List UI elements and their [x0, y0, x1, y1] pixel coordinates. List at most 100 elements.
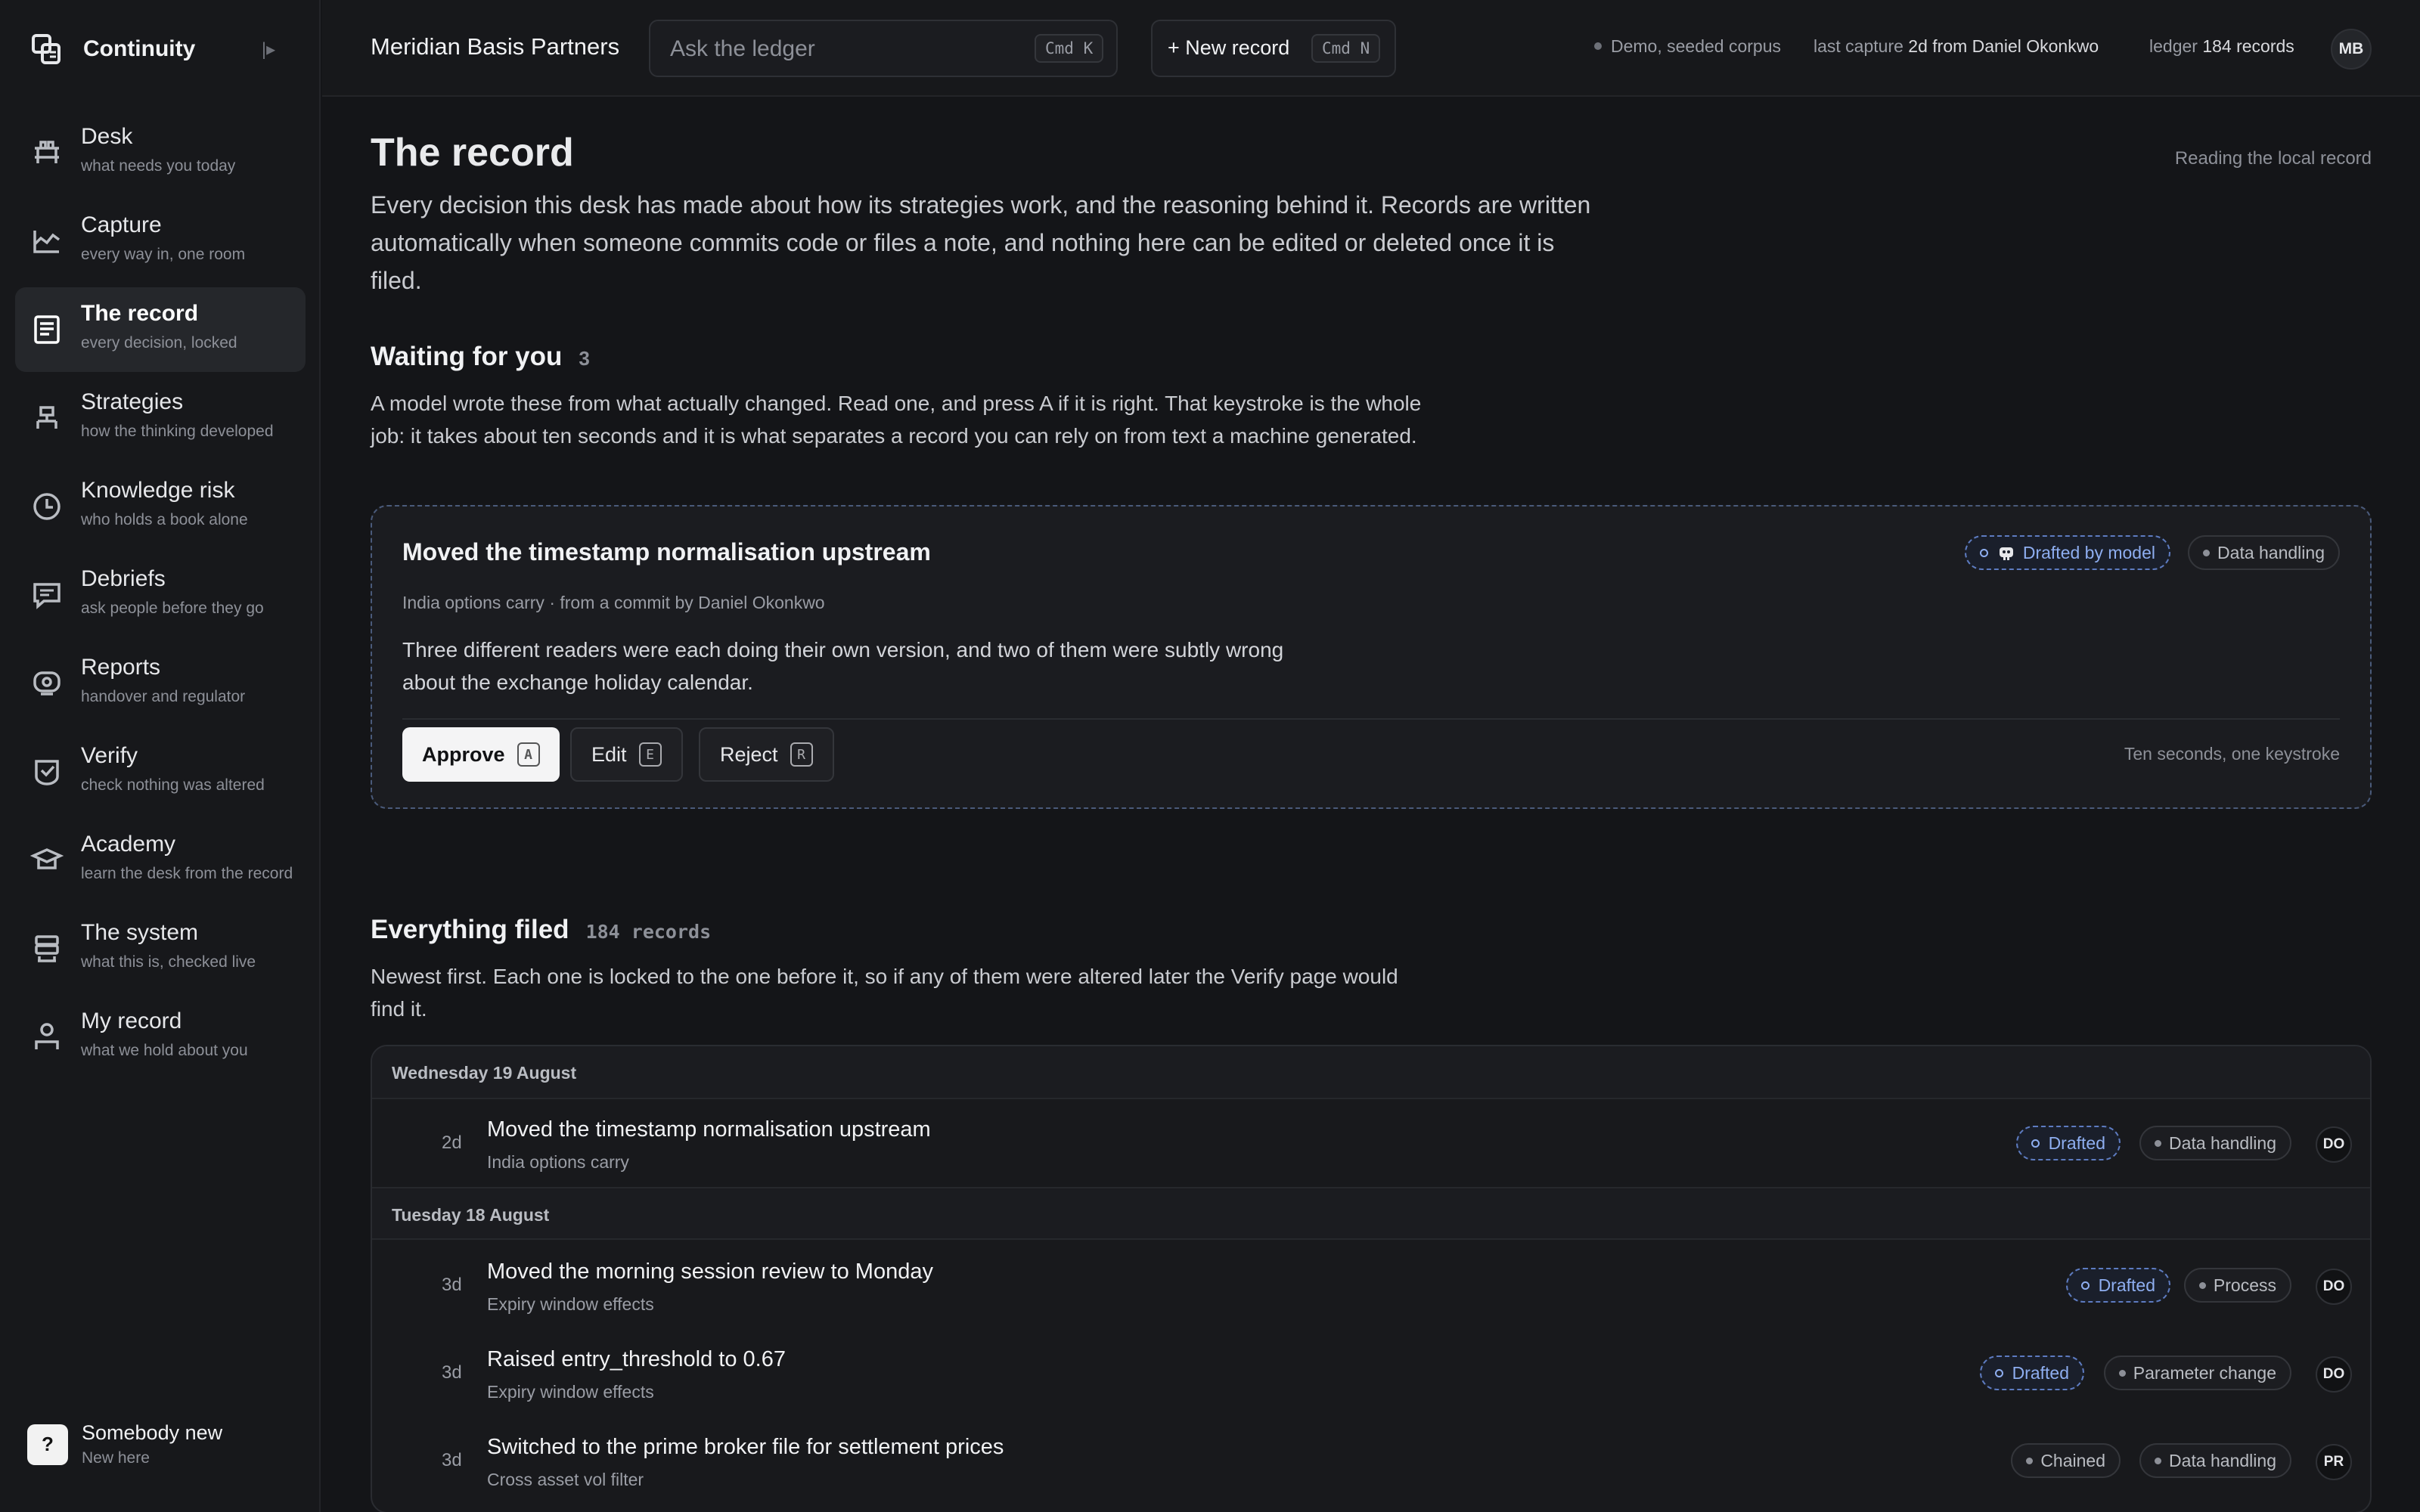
sidebar-item-label: Knowledge risk: [81, 478, 235, 503]
status-label: Drafted: [2098, 1275, 2155, 1295]
brand[interactable]: Continuity: [30, 30, 195, 68]
sidebar-item-label: The record: [81, 301, 199, 326]
sidebar-item-sub: check nothing was altered: [81, 776, 265, 794]
approve-button[interactable]: Approve A: [402, 727, 560, 782]
reject-key: R: [790, 742, 813, 767]
approve-label: Approve: [422, 742, 505, 766]
table-row[interactable]: 3d Switched to the prime broker file for…: [372, 1417, 2370, 1504]
day-label: Tuesday 18 August: [392, 1205, 550, 1225]
user-menu-avatar[interactable]: MB: [2331, 29, 2372, 70]
waiting-heading: Waiting for you 3: [371, 342, 590, 372]
badge-dot-icon: [2118, 1369, 2126, 1377]
edit-label: Edit: [591, 742, 627, 766]
author-avatar: DO: [2316, 1269, 2352, 1305]
row-strategy: India options carry: [487, 1152, 629, 1172]
edit-button[interactable]: Edit E: [570, 727, 683, 782]
sidebar-item-reports[interactable]: Reports handover and regulator: [15, 641, 306, 726]
category-label: Data handling: [2169, 1450, 2276, 1470]
reject-button[interactable]: Reject R: [699, 727, 834, 782]
topbar: Meridian Basis Partners Ask the ledger C…: [322, 0, 2420, 97]
desk-icon: [35, 141, 59, 163]
reports-icon: [33, 671, 60, 696]
sidebar-item-debriefs[interactable]: Debriefs ask people before they go: [15, 553, 306, 637]
day-group-header: Wednesday 19 August: [372, 1046, 2370, 1099]
new-record-shortcut: Cmd N: [1311, 34, 1381, 63]
day-group-header: Tuesday 18 August: [372, 1187, 2370, 1240]
filed-title: Everything filed: [371, 915, 569, 944]
sidebar-item-sub: what this is, checked live: [81, 953, 256, 971]
firm-name: Meridian Basis Partners: [371, 33, 620, 60]
status-label: Chained: [2040, 1450, 2105, 1470]
row-strategy: Expiry window effects: [487, 1294, 654, 1314]
waiting-desc: A model wrote these from what actually c…: [371, 392, 1422, 448]
verify-icon: [35, 760, 59, 785]
waiting-count: 3: [579, 347, 590, 370]
pending-meta: India options carry · from a commit by D…: [402, 593, 825, 612]
status-label: Drafted: [2012, 1362, 2069, 1383]
user-name: Somebody new: [82, 1421, 223, 1444]
reject-label: Reject: [720, 742, 778, 766]
continuity-logo-icon: [32, 34, 60, 64]
ledger-count: ledger 184 records: [2149, 36, 2294, 57]
system-icon: [35, 935, 59, 962]
sidebar-item-label: Capture: [81, 212, 162, 237]
last-capture-label: last capture: [1813, 36, 1903, 56]
sidebar-item-desk[interactable]: Desk what needs you today: [15, 110, 306, 195]
app-name: Continuity: [83, 36, 196, 61]
category-badge: Data handling: [2139, 1443, 2291, 1478]
robot-icon: [1999, 547, 2013, 560]
current-user[interactable]: ? Somebody new New here: [27, 1421, 222, 1467]
table-row[interactable]: 3d Raised entry_threshold to 0.67 Expiry…: [372, 1329, 2370, 1417]
ask-ledger-search[interactable]: Ask the ledger Cmd K: [649, 20, 1118, 77]
author-avatar: DO: [2316, 1356, 2352, 1393]
status-dot-icon: [1594, 42, 1602, 50]
table-row[interactable]: 3d Moved the morning session review to M…: [372, 1241, 2370, 1329]
row-title: Raised entry_threshold to 0.67: [487, 1347, 786, 1371]
drafted-badge: Drafted: [2015, 1126, 2121, 1160]
new-record-button[interactable]: + New record Cmd N: [1151, 20, 1396, 77]
badge-dot-icon: [2155, 1139, 2162, 1147]
sidebar-item-label: Debriefs: [81, 566, 166, 591]
sidebar-item-strategies[interactable]: Strategies how the thinking developed: [15, 376, 306, 460]
badge-dot-icon: [2026, 1457, 2034, 1464]
sidebar-item-sub: who holds a book alone: [81, 511, 248, 528]
sidebar-item-capture[interactable]: Capture every way in, one room: [15, 199, 306, 284]
drafted-badge: Drafted: [2065, 1268, 2170, 1303]
sidebar-item-label: Desk: [81, 124, 133, 149]
row-strategy: Expiry window effects: [487, 1382, 654, 1402]
category-badge: Parameter change: [2103, 1356, 2291, 1390]
sidebar-item-sub: what we hold about you: [81, 1042, 248, 1059]
sidebar-item-verify[interactable]: Verify check nothing was altered: [15, 730, 306, 814]
user-sub: New here: [82, 1449, 150, 1467]
row-title: Moved the morning session review to Mond…: [487, 1259, 933, 1284]
sidebar-item-academy[interactable]: Academy learn the desk from the record: [15, 818, 306, 903]
sidebar-item-the-system[interactable]: The system what this is, checked live: [15, 906, 306, 991]
drafted-label: Drafted by model: [2022, 542, 2155, 562]
row-age: 3d: [442, 1362, 462, 1383]
filed-desc: Newest first. Each one is locked to the …: [371, 965, 1398, 1021]
sidebar-item-label: The system: [81, 920, 199, 945]
author-avatar: PR: [2316, 1444, 2352, 1480]
collapse-sidebar-icon[interactable]: |▸: [257, 38, 280, 60]
sidebar-item-label: Strategies: [81, 389, 184, 414]
filed-records-list: Wednesday 19 August 2d Moved the timesta…: [371, 1045, 2372, 1512]
day-label: Wednesday 19 August: [392, 1063, 577, 1083]
pending-title: Moved the timestamp normalisation upstre…: [402, 538, 931, 565]
sidebar-item-the-record[interactable]: The record every decision, locked: [15, 287, 306, 372]
sidebar-item-sub: how the thinking developed: [81, 423, 274, 440]
waiting-title: Waiting for you: [371, 342, 563, 371]
pending-record-card[interactable]: Moved the timestamp normalisation upstre…: [371, 505, 2372, 809]
row-title: Moved the timestamp normalisation upstre…: [487, 1117, 931, 1142]
table-row[interactable]: 2d Moved the timestamp normalisation ups…: [372, 1099, 2370, 1187]
edit-key: E: [638, 742, 662, 767]
page-intro: Every decision this desk has made about …: [371, 191, 1591, 294]
category-badge: Data handling: [2188, 535, 2340, 570]
sidebar-item-my-record[interactable]: My record what we hold about you: [15, 995, 306, 1080]
clock-icon: [33, 493, 60, 520]
record-icon: [34, 315, 60, 344]
drafted-by-model-badge: Drafted by model: [1964, 535, 2170, 570]
sidebar: Continuity |▸ Desk what needs you today …: [0, 0, 321, 1512]
sidebar-item-knowledge-risk[interactable]: Knowledge risk who holds a book alone: [15, 464, 306, 549]
category-badge: Data handling: [2139, 1126, 2291, 1160]
page-title: The record: [371, 131, 574, 175]
